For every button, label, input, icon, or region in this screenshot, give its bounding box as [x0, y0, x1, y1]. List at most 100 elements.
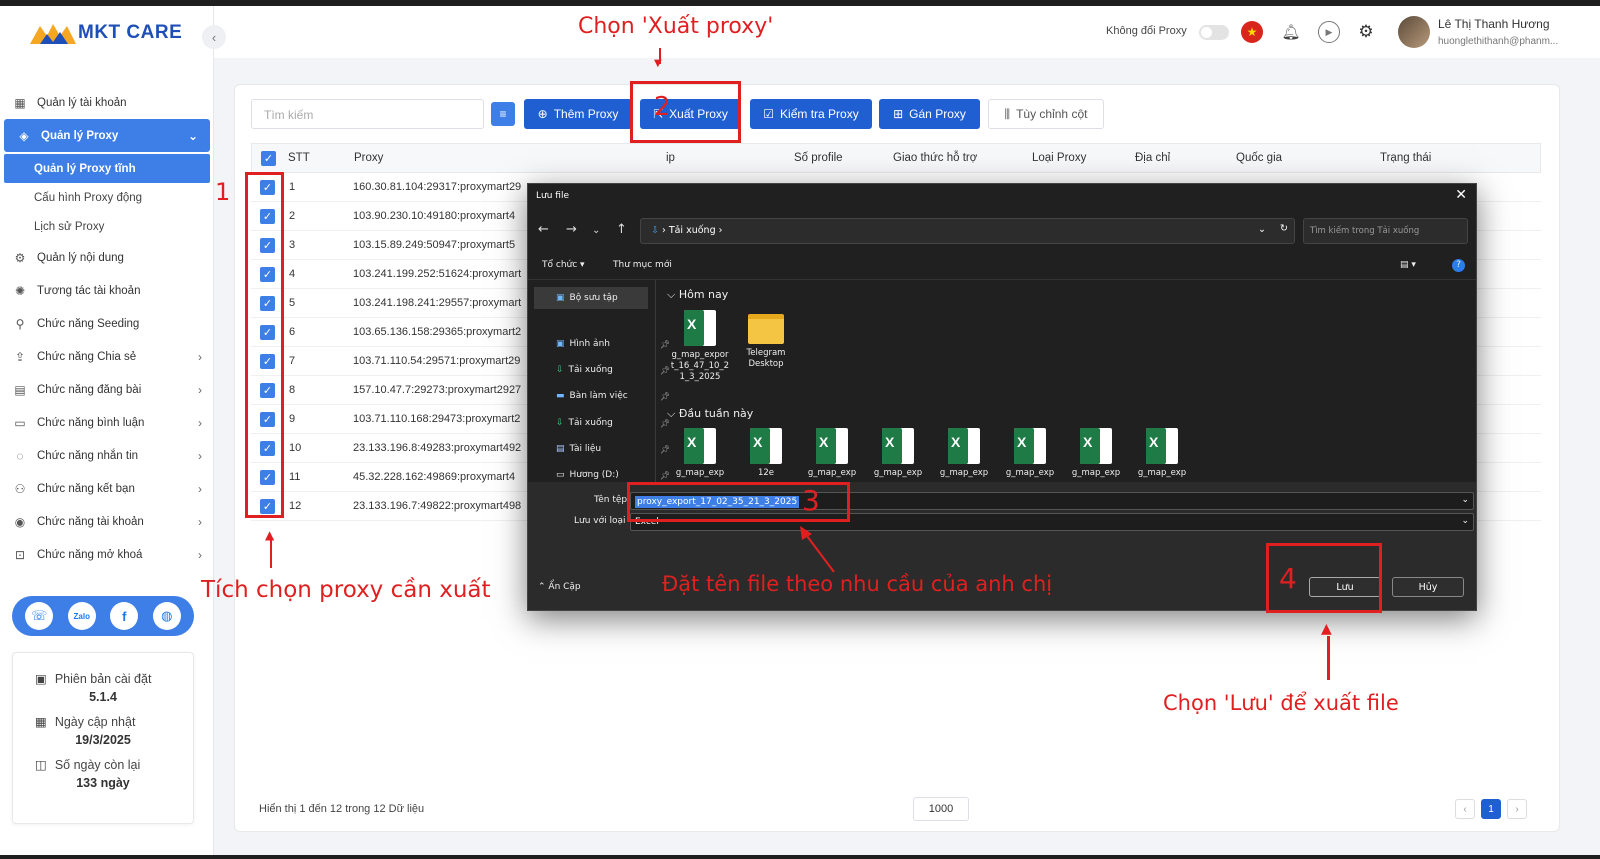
facebook-icon[interactable]: f: [110, 602, 139, 630]
sidebar-subitem-dynamic-proxy[interactable]: Cấu hình Proxy động: [0, 183, 214, 212]
version-icon: ▣: [35, 672, 47, 686]
filetype-select[interactable]: Excel ⌄: [630, 513, 1474, 531]
nav-gallery[interactable]: ▣ Bộ sưu tập: [534, 287, 648, 309]
collapse-sidebar-button[interactable]: ‹: [202, 25, 226, 49]
new-folder-button[interactable]: Thư mục mới: [613, 260, 672, 270]
close-icon[interactable]: ✕: [1455, 187, 1467, 203]
view-options-icon[interactable]: ▤ ▾: [1400, 260, 1416, 270]
file-item[interactable]: Xg_map_exp: [1000, 428, 1060, 479]
sidebar-item-comment[interactable]: ▭ Chức năng bình luận ›: [0, 406, 214, 439]
support-icon[interactable]: ☏: [25, 602, 54, 630]
search-input[interactable]: Tìm kiếm: [251, 99, 484, 129]
page-1-button[interactable]: 1: [1481, 799, 1501, 819]
nav-desktop[interactable]: ▬ Bàn làm việc 📌︎: [556, 391, 670, 401]
sidebar-item-seeding[interactable]: ⚲ Chức năng Seeding: [0, 307, 214, 340]
file-item[interactable]: Xg_map_exp: [802, 428, 862, 479]
vietnam-flag-icon[interactable]: ★: [1241, 21, 1263, 43]
row-checkbox[interactable]: ✓: [260, 470, 275, 485]
group-this-week[interactable]: ⌵ Đầu tuần này: [667, 407, 753, 421]
sidebar-item-post[interactable]: ▤ Chức năng đăng bài ›: [0, 373, 214, 406]
chevron-down-icon[interactable]: ⌄: [592, 225, 600, 236]
file-item[interactable]: Xg_map_exp: [1132, 428, 1192, 479]
sidebar-item-interaction[interactable]: ✺ Tương tác tài khoản: [0, 274, 214, 307]
hide-folders-toggle[interactable]: ⌃ Ẩn Cặp: [538, 582, 581, 592]
organize-menu[interactable]: Tổ chức ▾: [542, 260, 585, 270]
sidebar-item-content[interactable]: ⚙ Quản lý nội dung: [0, 241, 214, 274]
cancel-button[interactable]: Hủy: [1392, 577, 1464, 597]
gear-icon[interactable]: ⚙: [1355, 21, 1377, 43]
row-checkbox[interactable]: ✓: [260, 296, 275, 311]
proxy-toggle[interactable]: [1199, 25, 1229, 40]
row-checkbox[interactable]: ✓: [260, 383, 275, 398]
sidebar-item-accounts[interactable]: ▦ Quản lý tài khoản: [0, 86, 214, 119]
sidebar-item-message[interactable]: ◌ Chức năng nhắn tin ›: [0, 439, 214, 472]
file-item[interactable]: Xg_map_exp: [934, 428, 994, 479]
unlock-icon: ⊡: [14, 547, 26, 562]
zalo-icon[interactable]: Zalo: [67, 602, 96, 630]
prev-page-button[interactable]: ‹: [1455, 799, 1475, 819]
file-list: ⌵ Hôm nay Xg_map_export_16_47_10_21_3_20…: [664, 280, 1474, 482]
address-bar[interactable]: ⇩ › Tải xuống › ⌄ ↻: [640, 218, 1295, 244]
sidebar-item-proxy[interactable]: ◈ Quản lý Proxy ⌄: [4, 119, 210, 152]
next-page-button[interactable]: ›: [1507, 799, 1527, 819]
row-checkbox[interactable]: ✓: [260, 325, 275, 340]
sidebar-subitem-static-proxy[interactable]: Quản lý Proxy tĩnh: [4, 154, 210, 183]
up-arrow-icon[interactable]: ↑: [616, 222, 627, 237]
folder-item[interactable]: Telegram Desktop: [736, 310, 796, 370]
sidebar-item-share[interactable]: ⇪ Chức năng Chia sẻ ›: [0, 340, 214, 373]
row-checkbox[interactable]: ✓: [260, 412, 275, 427]
file-item[interactable]: Xg_map_exp: [868, 428, 928, 479]
updated-row: ▦ Ngày cập nhật: [13, 714, 193, 730]
nav-documents[interactable]: ▤ Tài liệu 📌︎: [556, 444, 670, 454]
row-checkbox[interactable]: ✓: [260, 499, 275, 514]
filename-input[interactable]: proxy_export_17_02_35_21_3_2025 ⌄: [630, 492, 1474, 510]
sidebar-subitem-proxy-history[interactable]: Lịch sử Proxy: [0, 212, 214, 241]
row-checkbox[interactable]: ✓: [260, 267, 275, 282]
row-checkbox[interactable]: ✓: [260, 238, 275, 253]
check-proxy-button[interactable]: ☑ Kiểm tra Proxy: [750, 99, 872, 129]
row-checkbox[interactable]: ✓: [260, 441, 275, 456]
seed-icon: ⚲: [15, 316, 25, 331]
save-button[interactable]: Lưu: [1309, 577, 1381, 597]
file-item[interactable]: X 12e: [736, 428, 796, 479]
assign-proxy-button[interactable]: ⊞ Gán Proxy: [879, 99, 980, 129]
arrow-down-icon: ▼: [654, 58, 662, 69]
back-arrow-icon[interactable]: ←: [538, 222, 549, 237]
help-icon[interactable]: ?: [1452, 259, 1465, 272]
sidebar-item-account-func[interactable]: ◉ Chức năng tài khoản ›: [0, 505, 214, 538]
avatar[interactable]: [1398, 16, 1430, 48]
dialog-search-input[interactable]: Tìm kiếm trong Tải xuống: [1303, 218, 1468, 244]
nav-pictures[interactable]: ▣ Hình ảnh 📌︎: [556, 339, 670, 349]
customize-columns-button[interactable]: ⫼ Tùy chỉnh cột: [988, 99, 1104, 129]
row-checkbox[interactable]: ✓: [260, 209, 275, 224]
remaining-row: ◫ Số ngày còn lại: [13, 757, 193, 773]
select-all-checkbox[interactable]: ✓: [261, 151, 276, 166]
nav-downloads-2[interactable]: ⇩ Tải xuống 📌︎: [556, 418, 670, 428]
annotation-arrow: [270, 540, 272, 568]
file-item[interactable]: Xg_map_exp: [1066, 428, 1126, 479]
row-proxy: 160.30.81.104:29317:proxymart29: [353, 181, 522, 193]
page-size-select[interactable]: 1000: [913, 797, 969, 821]
sidebar-item-friend[interactable]: ⚇ Chức năng kết bạn ›: [0, 472, 214, 505]
play-icon[interactable]: ▶: [1318, 21, 1340, 43]
add-proxy-button[interactable]: ⊕ Thêm Proxy: [524, 99, 632, 129]
globe-icon[interactable]: ◍: [152, 602, 181, 630]
layers-icon: ◈: [19, 128, 29, 143]
filter-button[interactable]: ≡: [491, 102, 515, 126]
group-today[interactable]: ⌵ Hôm nay: [667, 288, 728, 302]
excel-file-icon: X: [1014, 428, 1046, 464]
file-item[interactable]: Xg_map_export_16_47_10_21_3_2025: [670, 310, 730, 383]
chat-icon: ◌: [16, 448, 24, 463]
nav-drive-d[interactable]: ▭ Hương (D:) 📌︎: [556, 470, 670, 480]
forward-arrow-icon[interactable]: →: [566, 222, 577, 237]
chevron-down-icon[interactable]: ⌄: [1258, 224, 1266, 235]
annotation-step-1: 1: [215, 178, 231, 206]
file-item[interactable]: Xg_map_exp: [670, 428, 730, 479]
row-checkbox[interactable]: ✓: [260, 354, 275, 369]
sidebar-item-unlock[interactable]: ⊡ Chức năng mở khoá ›: [0, 538, 214, 571]
refresh-icon[interactable]: ↻: [1280, 223, 1288, 234]
row-checkbox[interactable]: ✓: [260, 180, 275, 195]
address-path: Tải xuống: [668, 225, 716, 236]
bell-icon[interactable]: 🔔︎: [1280, 21, 1302, 43]
nav-downloads[interactable]: ⇩ Tải xuống 📌︎: [556, 365, 670, 375]
